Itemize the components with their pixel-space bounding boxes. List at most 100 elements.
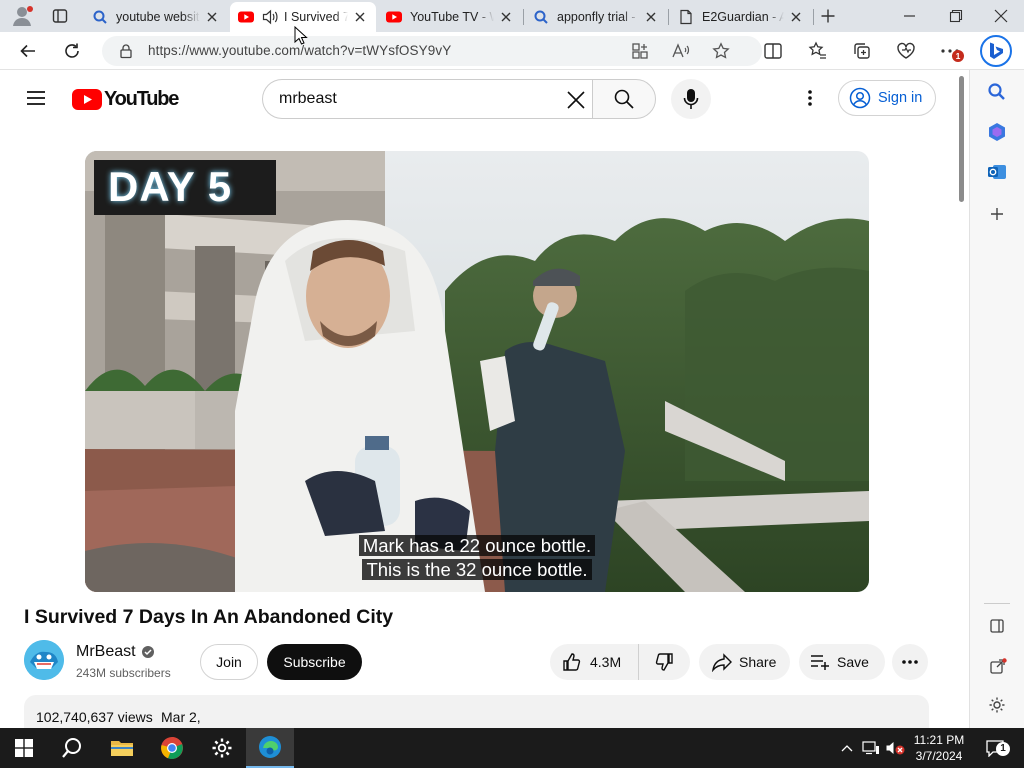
close-window-icon[interactable]: [993, 8, 1009, 24]
youtube-icon: [238, 9, 254, 25]
like-count: 4.3M: [590, 654, 622, 670]
sidebar-search-icon[interactable]: [987, 82, 1007, 102]
sidebar-outlook-icon[interactable]: [987, 162, 1007, 182]
close-icon[interactable]: [788, 9, 804, 25]
address-bar[interactable]: https://www.youtube.com/watch?v=tWYsfOSY…: [102, 36, 762, 66]
lock-icon[interactable]: [118, 43, 134, 59]
tab-e2guardian[interactable]: E2Guardian - Access Denied: [670, 2, 812, 32]
tab-apponfly-trial[interactable]: apponfly trial - Search: [525, 2, 667, 32]
like-dislike-group: 4.3M: [550, 644, 690, 680]
search-icon: [92, 9, 108, 25]
start-button[interactable]: [0, 728, 48, 768]
minimize-icon[interactable]: [902, 8, 918, 24]
new-tab-icon[interactable]: [820, 8, 836, 24]
split-screen-icon[interactable]: [762, 40, 784, 62]
browser-toolbar: https://www.youtube.com/watch?v=tWYsfOSY…: [0, 32, 1024, 70]
notification-count: 1: [996, 742, 1010, 756]
show-hidden-icons-icon[interactable]: [838, 728, 856, 768]
tab-label: YouTube TV - Watch: [410, 10, 494, 24]
sign-in-button[interactable]: Sign in: [838, 80, 936, 116]
clear-search-icon[interactable]: [565, 89, 587, 111]
tab-actions-icon[interactable]: [52, 8, 68, 24]
sidebar-open-external-icon[interactable]: [989, 658, 1007, 676]
thumbs-down-icon: [655, 653, 673, 671]
speaker-icon[interactable]: [262, 9, 278, 25]
channel-avatar[interactable]: [24, 640, 64, 680]
profile-icon[interactable]: [10, 5, 34, 27]
youtube-page: YouTube mrbeast Sign in DAY 5 Mark has a…: [0, 70, 955, 728]
folder-icon: [111, 741, 133, 756]
more-horizontal-icon: [902, 660, 918, 664]
sidebar-hide-icon[interactable]: [989, 618, 1005, 634]
search-button[interactable]: [592, 79, 656, 119]
favorite-star-icon[interactable]: [710, 40, 732, 62]
sign-in-label: Sign in: [878, 90, 923, 106]
more-actions-button[interactable]: [892, 644, 928, 680]
chrome-button[interactable]: [148, 728, 196, 768]
join-button[interactable]: Join: [200, 644, 258, 680]
scrollbar-thumb[interactable]: [959, 76, 964, 202]
save-playlist-icon: [811, 655, 829, 670]
close-icon[interactable]: [204, 9, 220, 25]
video-player[interactable]: DAY 5 Mark has a 22 ounce bottle. This i…: [85, 151, 869, 592]
volume-muted-icon[interactable]: [883, 728, 907, 768]
taskbar-search-button[interactable]: [48, 728, 96, 768]
browser-essentials-icon[interactable]: [895, 40, 917, 62]
subscriber-count: 243M subscribers: [76, 666, 171, 680]
action-center-button[interactable]: 1: [978, 728, 1012, 768]
bing-copilot-icon[interactable]: [980, 35, 1012, 67]
share-button[interactable]: Share: [699, 644, 790, 680]
network-icon[interactable]: [860, 728, 882, 768]
sidebar-settings-icon[interactable]: [988, 696, 1006, 714]
page-scrollbar[interactable]: [955, 70, 969, 728]
description-box[interactable]: 102,740,637 views Mar 2,: [24, 695, 929, 728]
voice-search-button[interactable]: [671, 79, 711, 119]
caption-line-2: This is the 32 ounce bottle.: [362, 559, 592, 580]
channel-name[interactable]: MrBeast: [76, 643, 155, 661]
share-label: Share: [739, 654, 777, 670]
app-available-icon[interactable]: [629, 40, 651, 62]
favorites-icon[interactable]: [807, 40, 829, 62]
close-icon[interactable]: [352, 9, 368, 25]
youtube-logo-text: YouTube: [104, 87, 179, 110]
caption-line-1: Mark has a 22 ounce bottle.: [358, 535, 596, 556]
sidebar-add-icon[interactable]: [989, 206, 1005, 222]
close-icon[interactable]: [643, 9, 659, 25]
account-icon: [849, 87, 871, 109]
mouse-cursor-icon: [294, 25, 308, 46]
sidebar-microsoft365-icon[interactable]: [987, 122, 1007, 142]
menu-icon[interactable]: [25, 88, 47, 108]
tab-youtube-tv[interactable]: YouTube TV - Watch: [378, 2, 522, 32]
settings-kebab-icon[interactable]: [801, 88, 819, 108]
settings-button[interactable]: [198, 728, 246, 768]
video-caption: Mark has a 22 ounce bottle. This is the …: [350, 534, 604, 582]
edge-button[interactable]: [246, 728, 294, 768]
search-icon: [62, 738, 81, 758]
collections-icon[interactable]: [851, 40, 873, 62]
tab-label: I Survived 7 Days In An Abandoned City: [284, 10, 348, 24]
search-input[interactable]: mrbeast: [262, 79, 593, 119]
upload-date: Mar 2,: [161, 709, 201, 725]
close-icon[interactable]: [498, 9, 514, 25]
day-overlay-text: DAY 5: [108, 163, 233, 210]
notification-badge: 1: [952, 50, 964, 62]
browser-tab-strip: youtube website I Survived 7 Days In An …: [0, 0, 1024, 32]
youtube-logo[interactable]: YouTube: [72, 87, 179, 111]
clock[interactable]: 11:21 PM 3/7/2024: [908, 728, 970, 768]
like-button[interactable]: 4.3M: [550, 644, 639, 680]
gear-icon: [212, 738, 232, 758]
tab-youtube-website[interactable]: youtube website: [84, 2, 228, 32]
subscribe-button[interactable]: Subscribe: [267, 644, 362, 680]
youtube-icon: [386, 9, 402, 25]
read-aloud-icon[interactable]: [670, 40, 692, 62]
file-explorer-button[interactable]: [98, 728, 146, 768]
restore-icon[interactable]: [948, 8, 964, 24]
join-label: Join: [216, 654, 242, 670]
save-button[interactable]: Save: [799, 644, 885, 680]
chrome-icon: [161, 737, 183, 759]
refresh-icon[interactable]: [61, 40, 83, 62]
tab-separator: [813, 9, 814, 25]
dislike-button[interactable]: [639, 644, 689, 680]
tab-separator: [668, 9, 669, 25]
back-icon[interactable]: [17, 40, 39, 62]
